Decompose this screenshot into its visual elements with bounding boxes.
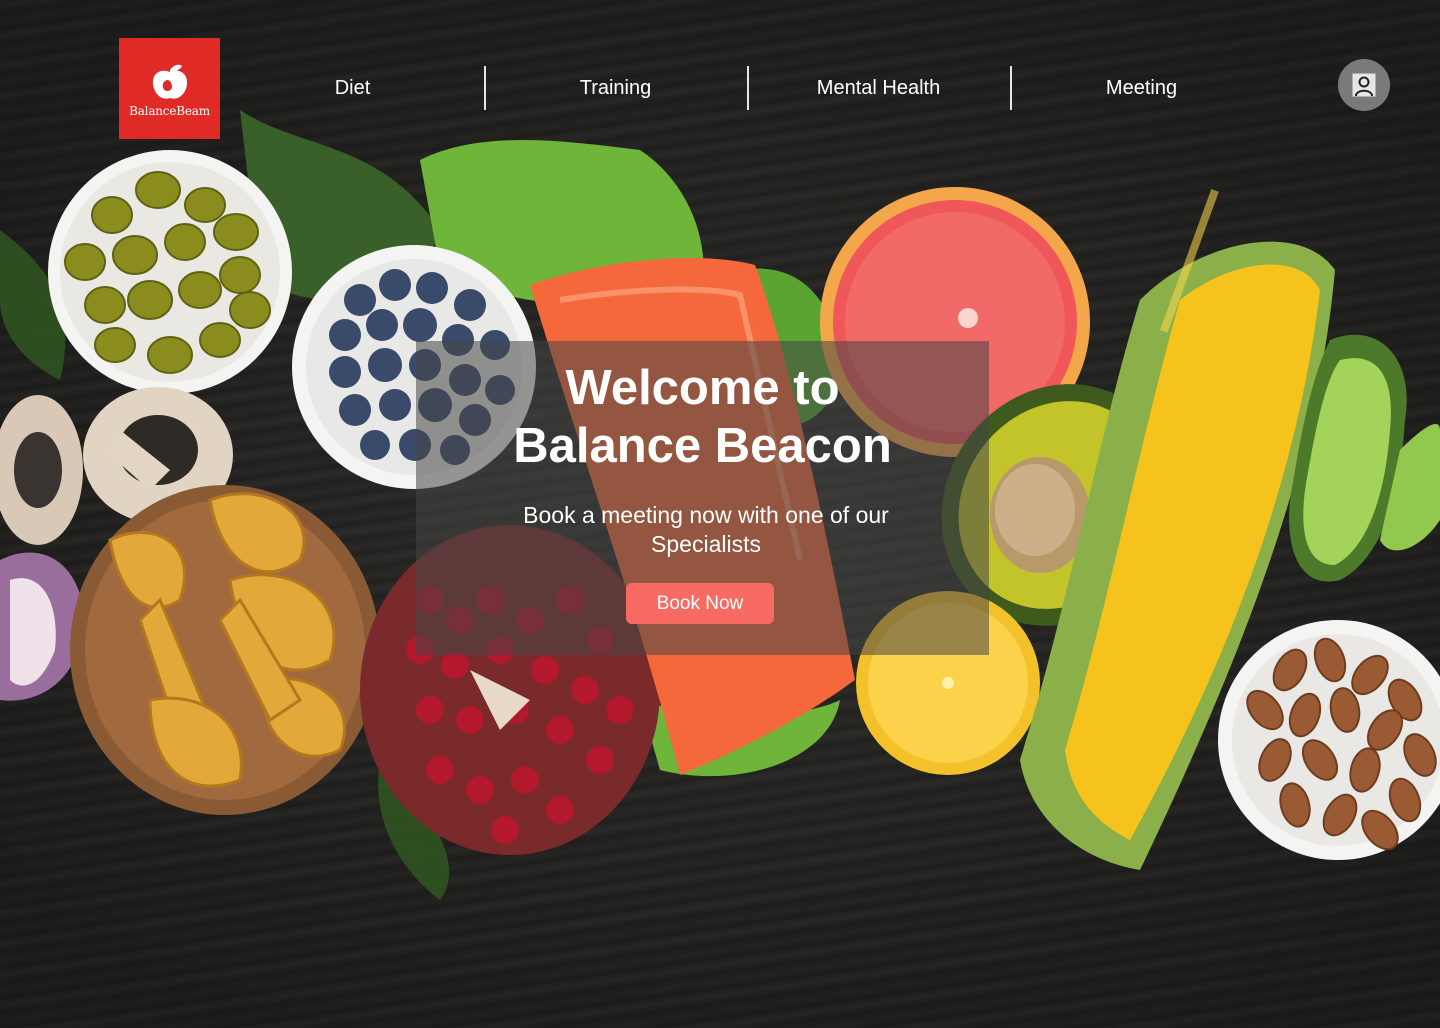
nav-item-mental-health[interactable]: Mental Health [747,66,1010,110]
nav-item-diet[interactable]: Diet [221,66,484,110]
brand-logo[interactable]: BalanceBeam [119,38,220,139]
main-navigation: Diet Training Mental Health Meeting [221,66,1274,110]
apple-logo-icon [152,64,187,99]
profile-button[interactable] [1338,59,1390,111]
book-now-button[interactable]: Book Now [626,583,774,624]
hero-title-line2: Balance Beacon [513,419,892,473]
nav-item-meeting[interactable]: Meeting [1010,66,1273,110]
user-icon [1352,73,1376,97]
hero-panel: Welcome to Balance Beacon Book a meeting… [416,341,989,655]
hero-subtitle: Book a meeting now with one of our Speci… [523,502,889,557]
nav-item-training[interactable]: Training [484,66,747,110]
brand-logo-text: BalanceBeam [129,103,210,118]
hero-title-line1: Welcome to [565,361,840,415]
hero-title: Welcome to Balance Beacon [416,359,989,475]
